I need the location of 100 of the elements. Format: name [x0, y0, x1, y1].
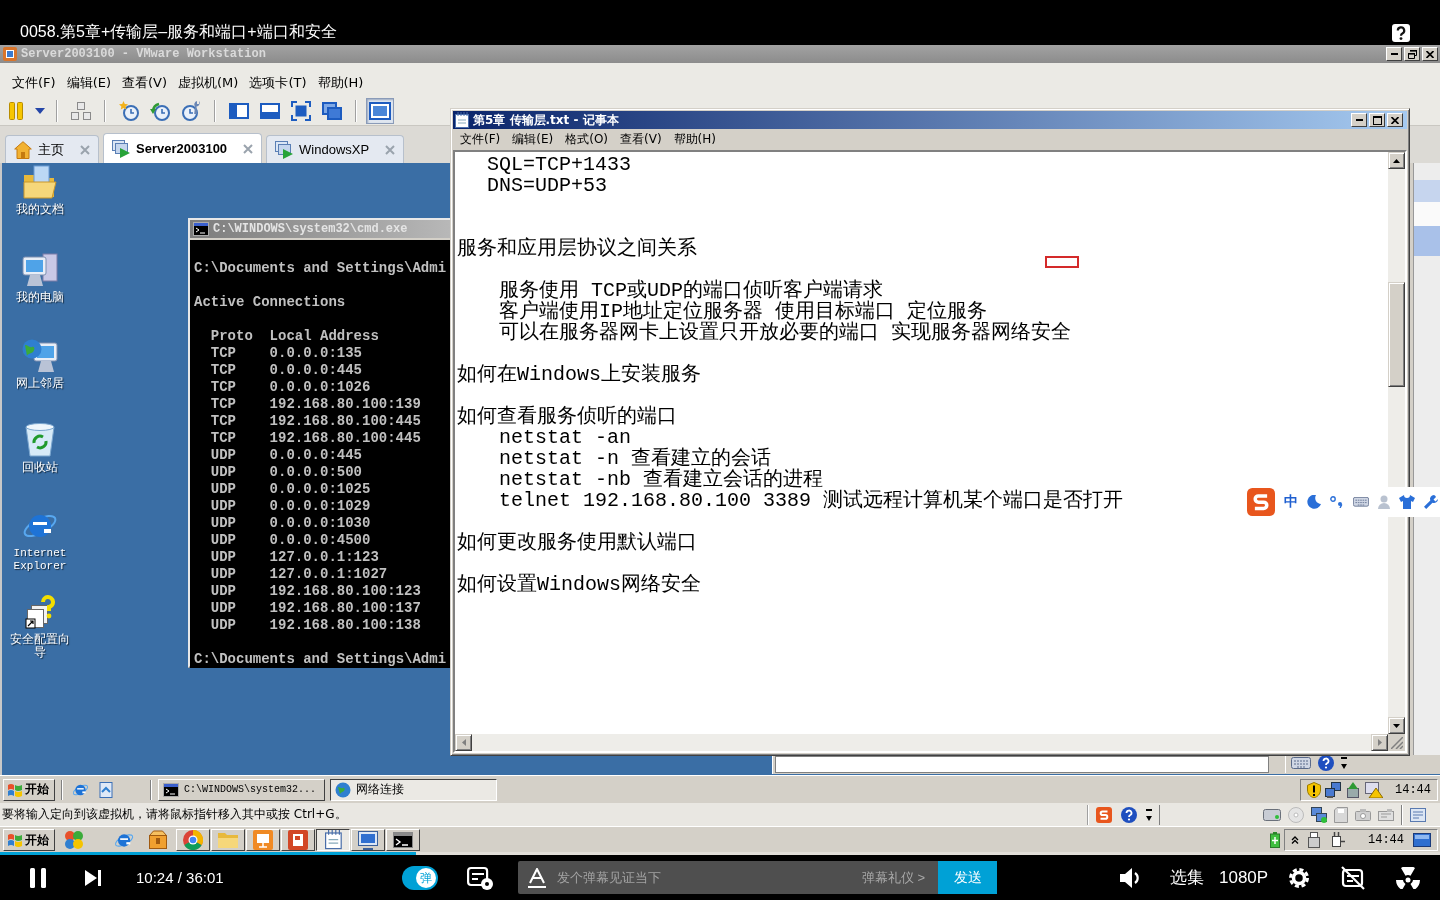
- text-style-icon[interactable]: [528, 867, 546, 888]
- trefoil-icon[interactable]: [1396, 866, 1421, 889]
- maximize-button[interactable]: [1369, 113, 1385, 127]
- network-computers-icon[interactable]: [1311, 806, 1327, 823]
- quality-button[interactable]: 1080P: [1219, 867, 1269, 888]
- hardware-arrow-icon[interactable]: [1345, 781, 1361, 798]
- pause-icon[interactable]: [30, 867, 46, 888]
- table-cell: 0.0.0.0:500: [269, 464, 362, 481]
- menu-item[interactable]: 帮助(H): [317, 73, 364, 92]
- globe-icon: [334, 781, 351, 798]
- screen-warning-icon[interactable]: [1365, 781, 1383, 798]
- taskbar-button[interactable]: 网络连接: [329, 778, 497, 801]
- danmaku-settings-icon[interactable]: [467, 865, 493, 890]
- keyboard-icon[interactable]: [1291, 757, 1311, 769]
- skip-next-icon[interactable]: [85, 869, 101, 886]
- restore-button[interactable]: [1404, 47, 1420, 61]
- help-icon[interactable]: [1392, 24, 1410, 42]
- table-cell: 192.168.80.100:445: [269, 430, 421, 447]
- resize-grip-icon[interactable]: [1391, 737, 1403, 749]
- menu-item[interactable]: 帮助(H): [668, 131, 721, 148]
- menu-item[interactable]: 编辑(E): [66, 73, 111, 92]
- keyboard-icon[interactable]: [1353, 497, 1369, 507]
- plug-icon[interactable]: [1308, 832, 1320, 848]
- progress-track[interactable]: [0, 852, 1440, 855]
- menu-item[interactable]: 虚拟机(M): [178, 73, 239, 92]
- question-documents-icon: [25, 595, 55, 629]
- tab[interactable]: 主页: [5, 135, 99, 163]
- table-cell: 0.0.0.0:4500: [269, 532, 371, 549]
- input-mode-toggle[interactable]: 中: [1284, 493, 1298, 511]
- close-icon[interactable]: [243, 143, 254, 154]
- moon-icon[interactable]: [1307, 495, 1321, 509]
- notepad-icon: [324, 830, 342, 850]
- scroll-left-button[interactable]: [455, 734, 472, 751]
- start-button[interactable]: 开始: [3, 829, 55, 851]
- episodes-button[interactable]: 选集: [1170, 866, 1204, 889]
- desktop-shortcut[interactable]: 回收站: [6, 423, 74, 474]
- scrollbar-thumb[interactable]: [1388, 282, 1405, 387]
- help-icon[interactable]: [1121, 806, 1137, 823]
- options-caret-icon[interactable]: [1341, 757, 1347, 769]
- menu-item[interactable]: 编辑(E): [507, 131, 559, 148]
- double-chevron-icon[interactable]: [1291, 836, 1299, 844]
- slides-icon: [288, 830, 309, 850]
- vm-play-icon: [112, 139, 130, 158]
- table-cell: UDP: [210, 498, 236, 515]
- crossed-box-icon[interactable]: [1341, 865, 1366, 890]
- menu-item[interactable]: 选项卡(T): [249, 73, 307, 92]
- settings-icon[interactable]: [1289, 867, 1310, 888]
- start-button[interactable]: 开始: [3, 778, 55, 801]
- scroll-down-button[interactable]: [1388, 717, 1405, 734]
- desktop-shortcut[interactable]: 我的电脑: [6, 251, 74, 304]
- desktop-shortcut[interactable]: 安全配置向导: [6, 595, 74, 659]
- toolbar-button[interactable]: [366, 97, 394, 124]
- desktop-shortcut[interactable]: 网上邻居: [6, 337, 74, 390]
- options-caret-icon[interactable]: [1146, 808, 1152, 821]
- help-icon[interactable]: [1318, 755, 1334, 771]
- comment-field[interactable]: 发个弹幕见证当下 弹幕礼仪 >: [518, 861, 938, 894]
- table-cell: UDP: [210, 481, 236, 498]
- four-circles-icon[interactable]: [64, 830, 84, 850]
- table-cell: UDP: [210, 447, 236, 464]
- table-cell: 0.0.0.0:1030: [269, 515, 371, 532]
- minimize-button[interactable]: [1351, 113, 1367, 127]
- logo-icon[interactable]: [1247, 488, 1275, 516]
- table-cell: 192.168.80.100:137: [269, 600, 421, 617]
- speaker-icon[interactable]: [1120, 867, 1142, 888]
- menu-item[interactable]: 格式(O): [560, 131, 614, 148]
- shield-warning-icon[interactable]: [1307, 781, 1321, 798]
- table-cell: 0.0.0.0:1029: [269, 498, 371, 515]
- close-button[interactable]: [1387, 113, 1403, 127]
- menu-item[interactable]: 查看(V): [615, 131, 667, 148]
- wrench-icon[interactable]: [1424, 495, 1438, 509]
- hard-drive-icon[interactable]: [1263, 808, 1281, 821]
- etiquette-link[interactable]: 弹幕礼仪 >: [861, 868, 938, 887]
- taskbar-button[interactable]: [316, 829, 351, 851]
- scroll-right-button[interactable]: [1371, 734, 1388, 751]
- taskbar-button[interactable]: C:\WINDOWS\system32...: [157, 778, 325, 801]
- tab[interactable]: WindowsXP: [266, 135, 405, 163]
- close-button[interactable]: [1422, 47, 1438, 61]
- menu-item[interactable]: 文件(F): [455, 131, 506, 148]
- menu-item[interactable]: 文件(F): [12, 73, 56, 92]
- battery-icon[interactable]: [1270, 832, 1280, 848]
- floppy-icon[interactable]: [1334, 806, 1348, 823]
- message-icon[interactable]: [1410, 807, 1426, 822]
- minimize-button[interactable]: [1386, 47, 1402, 61]
- power-plug-icon[interactable]: [1329, 832, 1345, 848]
- globe-computer-icon: [22, 337, 58, 373]
- table-cell: TCP: [210, 345, 236, 362]
- table-cell: UDP: [210, 532, 236, 549]
- desktop-shortcut[interactable]: Internet Explorer: [6, 509, 74, 573]
- package-icon[interactable]: [148, 830, 169, 850]
- desktop-shortcut[interactable]: 我的文档: [6, 165, 74, 216]
- scroll-up-button[interactable]: [1388, 152, 1405, 169]
- punctuation-icon[interactable]: [1330, 496, 1344, 508]
- comment-input[interactable]: 发个弹幕见证当下: [557, 865, 862, 890]
- window-title: Server2003100 - VMware Workstation: [21, 47, 266, 61]
- screen-icon[interactable]: [1413, 833, 1431, 847]
- network-computers-icon[interactable]: [1325, 781, 1341, 798]
- shirt-icon[interactable]: [1399, 495, 1415, 509]
- tab[interactable]: Server2003100: [103, 133, 263, 163]
- menu-item[interactable]: 查看(V): [122, 73, 168, 92]
- logo-icon[interactable]: [1096, 806, 1112, 823]
